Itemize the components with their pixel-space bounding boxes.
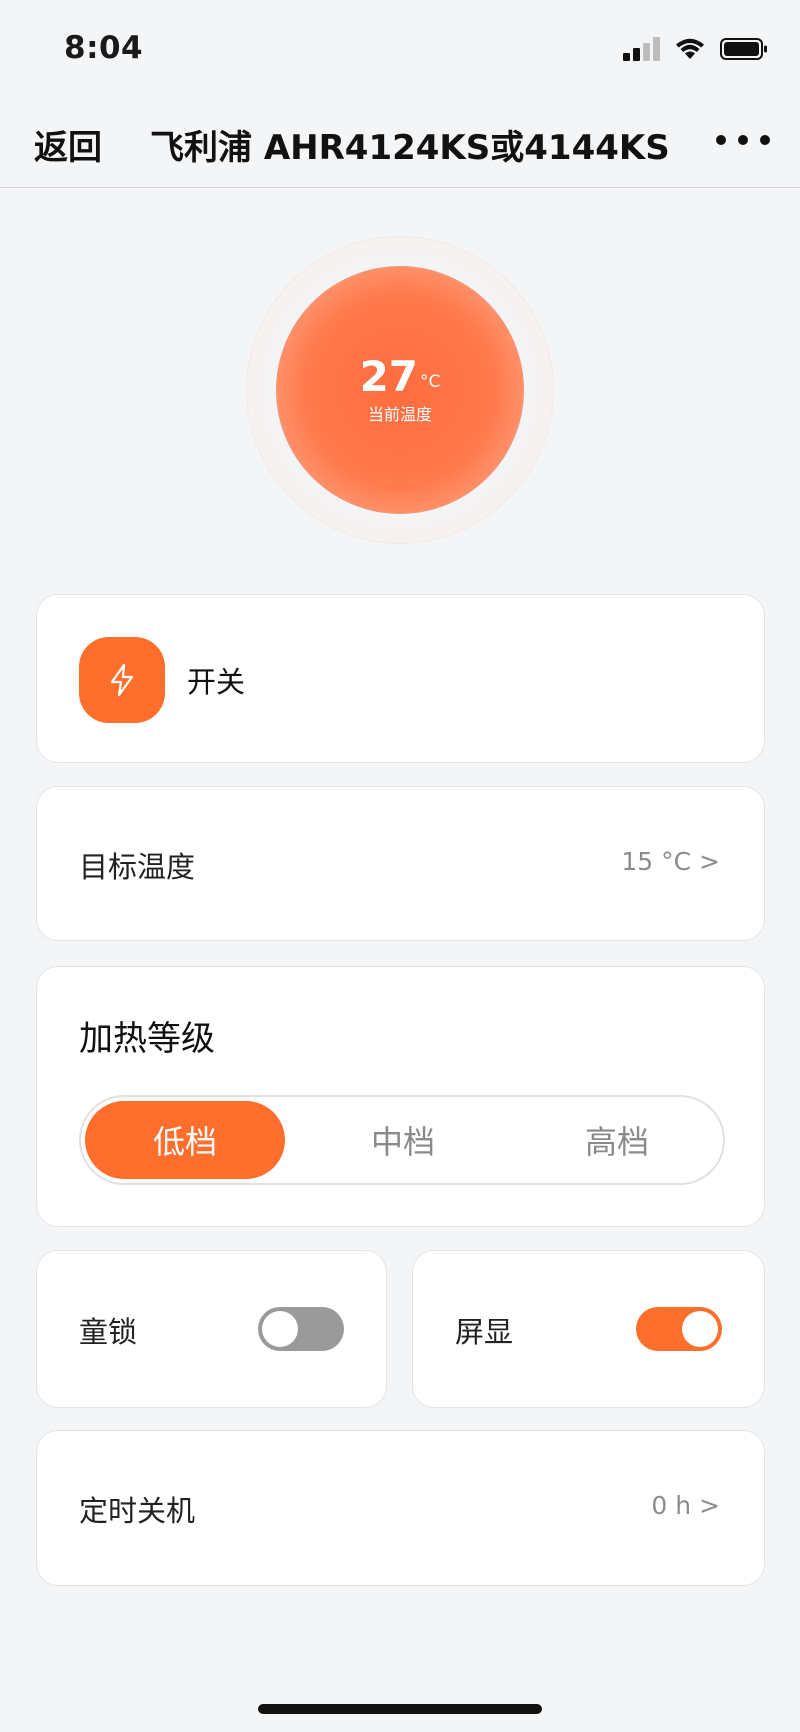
current-temperature: 27	[359, 352, 419, 401]
power-button[interactable]	[79, 637, 165, 723]
heat-level-low[interactable]: 低档	[85, 1101, 285, 1179]
timer-off-value: 0 h >	[651, 1491, 720, 1520]
timer-off-label: 定时关机	[79, 1494, 196, 1528]
toggle-knob	[682, 1311, 718, 1347]
nav-bar: 返回 飞利浦 AHR4124KS或4144KS	[0, 100, 800, 188]
lightning-icon	[110, 663, 134, 697]
power-label: 开关	[187, 665, 246, 699]
status-time: 8:04	[64, 30, 144, 66]
heat-level-medium[interactable]: 中档	[303, 1101, 503, 1179]
child-lock-card: 童锁	[36, 1250, 387, 1408]
child-lock-toggle[interactable]	[258, 1307, 344, 1351]
heat-level-title: 加热等级	[79, 1019, 215, 1059]
target-temperature-row[interactable]: 目标温度 15 °C >	[36, 786, 765, 941]
temperature-unit: °C	[420, 372, 441, 392]
temperature-readout: 27 °C 当前温度	[276, 266, 524, 514]
cellular-signal-icon	[623, 37, 660, 61]
status-icons	[623, 34, 768, 64]
heat-level-high[interactable]: 高档	[517, 1101, 717, 1179]
status-bar: 8:04	[0, 0, 800, 100]
screen-display-label: 屏显	[455, 1315, 514, 1349]
heat-level-card: 加热等级 低档 中档 高档	[36, 966, 765, 1227]
back-button[interactable]: 返回	[34, 120, 102, 169]
power-card: 开关	[36, 594, 765, 763]
target-temperature-label: 目标温度	[79, 850, 196, 884]
screen-display-toggle[interactable]	[636, 1307, 722, 1351]
timer-off-row[interactable]: 定时关机 0 h >	[36, 1430, 765, 1586]
battery-icon	[720, 37, 768, 61]
toggle-knob	[262, 1311, 298, 1347]
screen-display-card: 屏显	[412, 1250, 765, 1408]
heat-level-selector: 低档 中档 高档	[79, 1095, 725, 1185]
page-title: 飞利浦 AHR4124KS或4144KS	[150, 128, 670, 168]
wifi-icon	[674, 37, 706, 61]
target-temperature-value: 15 °C >	[621, 847, 720, 876]
home-indicator[interactable]	[258, 1704, 542, 1714]
child-lock-label: 童锁	[79, 1315, 138, 1349]
temperature-caption: 当前温度	[367, 405, 432, 424]
more-dots-icon[interactable]	[716, 135, 770, 145]
